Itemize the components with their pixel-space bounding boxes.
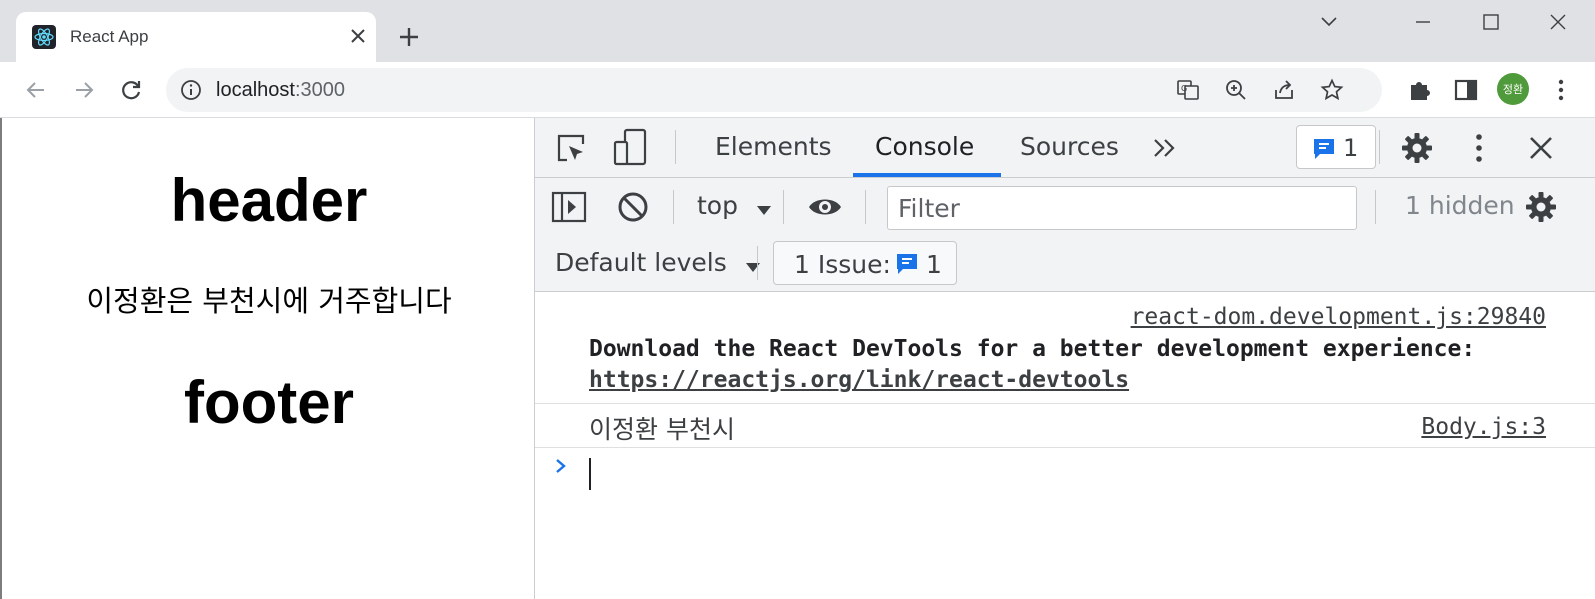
issues-count: 1: [926, 250, 942, 279]
message-icon: [1311, 136, 1337, 166]
page-viewport: header 이정환은 부천시에 거주합니다 footer: [0, 118, 534, 599]
zoom-icon[interactable]: [1224, 78, 1248, 102]
clear-console-icon[interactable]: [615, 189, 651, 225]
browser-toolbar: localhost:3000 G 정환: [0, 62, 1595, 118]
svg-text:G: G: [1181, 84, 1187, 93]
tab-strip: React App: [0, 0, 1595, 62]
log-levels-dropdown[interactable]: Default levels: [555, 248, 761, 279]
message-text: 이정환 부천시: [589, 415, 735, 444]
devtools-panel: Elements Console Sources 1 top Filter 1 …: [534, 118, 1595, 599]
separator: [675, 130, 676, 164]
new-tab-icon[interactable]: [396, 24, 422, 50]
message-source-link[interactable]: Body.js:3: [1421, 414, 1546, 440]
device-toolbar-icon[interactable]: [613, 128, 649, 166]
separator: [757, 246, 758, 280]
dropdown-arrow-icon: [745, 250, 761, 279]
console-message: react-dom.development.js:29840 Download …: [535, 292, 1595, 404]
page-body-text: 이정환은 부천시에 거주합니다: [86, 284, 452, 318]
close-tab-icon[interactable]: [346, 24, 370, 48]
kebab-menu-icon[interactable]: [1547, 76, 1575, 104]
separator: [673, 190, 674, 224]
close-devtools-icon[interactable]: [1523, 130, 1559, 166]
console-levels-bar: Default levels 1 Issue: 1: [535, 236, 1595, 292]
extensions-icon[interactable]: [1406, 76, 1434, 104]
context-selector[interactable]: top: [697, 191, 772, 222]
page-footer: footer: [184, 369, 354, 436]
address-bar[interactable]: localhost:3000 G: [166, 68, 1382, 112]
messages-count: 1: [1343, 134, 1359, 162]
console-prompt-icon: [551, 456, 571, 476]
maximize-icon[interactable]: [1468, 8, 1514, 38]
settings-gear-icon[interactable]: [1399, 130, 1435, 166]
message-source-link[interactable]: react-dom.development.js:29840: [1131, 304, 1546, 330]
dropdown-arrow-icon: [756, 193, 772, 222]
tab-sources[interactable]: Sources: [1020, 132, 1119, 161]
share-icon[interactable]: [1272, 78, 1296, 102]
issues-button[interactable]: 1 Issue: 1: [773, 241, 957, 285]
context-value: top: [697, 191, 738, 220]
devtools-menu-icon[interactable]: [1461, 130, 1497, 166]
profile-avatar[interactable]: 정환: [1497, 73, 1529, 105]
side-panel-icon[interactable]: [1452, 76, 1480, 104]
inspect-element-icon[interactable]: [553, 130, 589, 166]
sidebar-toggle-icon[interactable]: [551, 189, 587, 225]
url-host: localhost: [216, 79, 295, 101]
back-icon[interactable]: [22, 76, 50, 104]
separator: [865, 190, 866, 224]
minimize-icon[interactable]: [1400, 8, 1446, 38]
tab-console[interactable]: Console: [875, 132, 974, 161]
message-text: Download the React DevTools for a better…: [589, 336, 1476, 362]
devtools-tabbar: Elements Console Sources 1: [535, 118, 1595, 178]
site-info-icon[interactable]: [180, 79, 202, 101]
translate-icon[interactable]: G: [1176, 78, 1200, 102]
issues-label: 1 Issue:: [794, 250, 891, 279]
console-settings-gear-icon[interactable]: [1523, 189, 1559, 225]
react-icon: [32, 25, 56, 49]
log-levels-label: Default levels: [555, 248, 727, 277]
separator: [783, 190, 784, 224]
tab-search-icon[interactable]: [1306, 8, 1352, 38]
tab-title: React App: [70, 27, 149, 46]
console-output: react-dom.development.js:29840 Download …: [535, 292, 1595, 599]
live-expression-eye-icon[interactable]: [807, 189, 843, 225]
separator: [1375, 190, 1376, 224]
url-port: :3000: [294, 79, 345, 101]
forward-icon[interactable]: [70, 76, 98, 104]
close-window-icon[interactable]: [1535, 8, 1581, 38]
console-input-caret[interactable]: [589, 458, 591, 490]
url-text[interactable]: localhost:3000: [216, 79, 345, 102]
filter-input[interactable]: [898, 193, 1338, 223]
hidden-messages-count: 1 hidden: [1405, 191, 1515, 220]
bookmark-star-icon[interactable]: [1320, 78, 1344, 102]
page-header: header: [170, 167, 368, 234]
issue-message-icon: [894, 251, 920, 281]
browser-tab[interactable]: React App: [16, 12, 376, 62]
separator: [1379, 130, 1380, 164]
tab-elements[interactable]: Elements: [715, 132, 832, 161]
console-toolbar: top 1 hidden: [535, 178, 1595, 236]
more-tabs-icon[interactable]: [1147, 130, 1183, 166]
messages-badge[interactable]: 1: [1296, 125, 1376, 169]
active-tab-indicator: [853, 173, 1001, 177]
console-message: 이정환 부천시 Body.js:3: [535, 404, 1595, 448]
filter-box[interactable]: [887, 186, 1357, 230]
reload-icon[interactable]: [117, 76, 145, 104]
devtools-url-link[interactable]: https://reactjs.org/link/react-devtools: [589, 367, 1129, 393]
